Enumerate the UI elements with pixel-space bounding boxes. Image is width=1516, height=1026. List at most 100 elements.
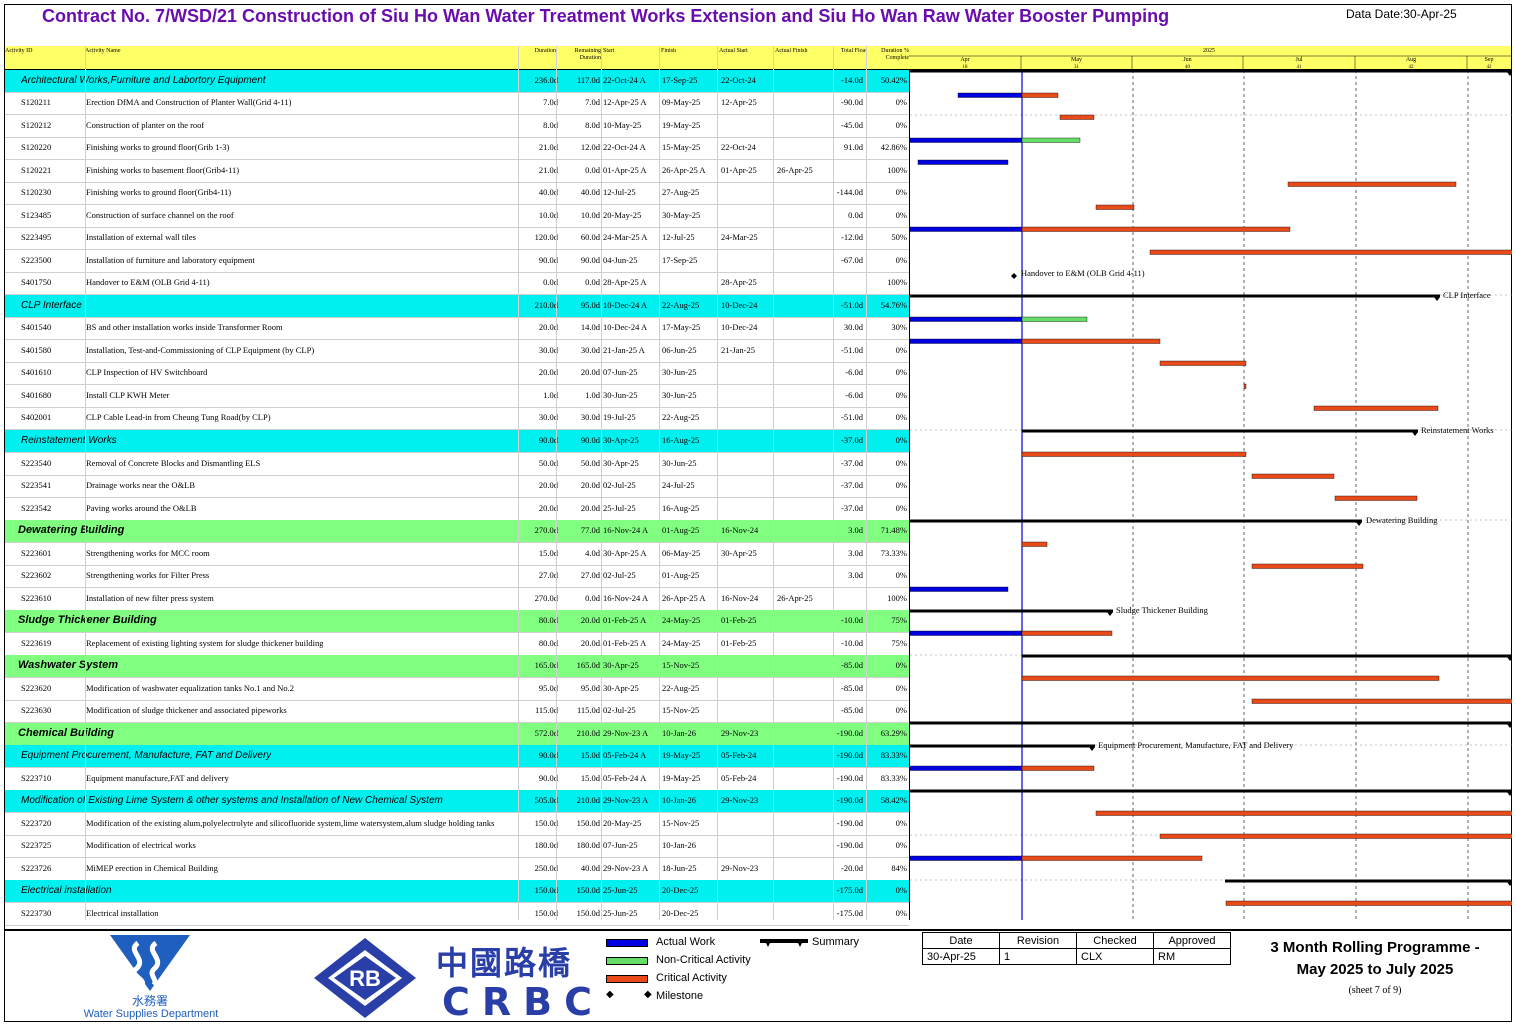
cell-as: 05-Feb-24	[721, 750, 757, 760]
cell-pct: 73.33%	[880, 548, 907, 558]
legend-noncritical-swatch	[606, 957, 648, 965]
cell-pct: 83.33%	[880, 773, 907, 783]
cell-rem: 20.0d	[580, 615, 600, 625]
col-activity-name[interactable]: Activity Name	[85, 48, 485, 55]
cell-as: 29-Nov-23	[721, 863, 759, 873]
col-finish[interactable]: Finish	[661, 48, 711, 55]
cell-rem: 15.0d	[580, 750, 600, 760]
noncritical-bar	[1021, 137, 1081, 143]
cell-name: Construction of surface channel on the r…	[86, 210, 234, 220]
cell-name: Dewatering Building	[18, 524, 125, 536]
cell-pct: 0%	[895, 480, 907, 490]
cell-finish: 19-May-25	[662, 120, 701, 130]
column-header-band: Activity ID Activity Name Duration Remai…	[5, 46, 1511, 70]
cell-finish: 19-May-25	[662, 750, 701, 760]
cell-finish: 22-Aug-25	[662, 300, 700, 310]
cell-tf: -190.0d	[836, 795, 863, 805]
cell-name: Electrical installation	[86, 908, 159, 918]
cell-tf: 30.0d	[843, 322, 863, 332]
cell-dur: 120.0d	[534, 232, 558, 242]
cell-start: 30-Jun-25	[603, 390, 638, 400]
cell-tf: -12.0d	[841, 232, 863, 242]
critical-bar	[1021, 541, 1048, 547]
critical-bar	[1021, 226, 1291, 232]
cell-pct: 0%	[895, 97, 907, 107]
cell-finish: 16-Aug-25	[662, 435, 700, 445]
cell-start: 05-Feb-24 A	[603, 750, 647, 760]
cell-start: 02-Jul-25	[603, 480, 636, 490]
cell-as: 28-Apr-25	[721, 277, 757, 287]
col-actual-finish[interactable]: Actual Finish	[775, 48, 825, 55]
cell-rem: 150.0d	[576, 818, 600, 828]
col-actual-start[interactable]: Actual Start	[719, 48, 769, 55]
summary-bar	[910, 294, 1440, 298]
cell-as: 21-Jan-25	[721, 345, 755, 355]
col-duration[interactable]: Duration	[518, 48, 556, 55]
cell-id: S401540	[21, 322, 52, 332]
cell-name: Drainage works near the O&LB	[86, 480, 196, 490]
summary-bar-end	[1507, 792, 1512, 796]
cell-id: S123485	[21, 210, 52, 220]
cell-dur: 150.0d	[534, 885, 558, 895]
cell-pct: 0%	[895, 412, 907, 422]
summary-bar-end	[1089, 747, 1095, 751]
cell-start: 30-Apr-25	[603, 458, 639, 468]
col-total-float[interactable]: Total Float	[835, 48, 867, 55]
cell-as: 01-Feb-25	[721, 615, 757, 625]
cell-finish: 10-Jan-26	[662, 728, 696, 738]
timeline-header: 2025Apr18May31Jun40Jul41Aug42Sep42	[909, 48, 1511, 70]
sheet-number: (sheet 7 of 9)	[1348, 985, 1402, 996]
cell-tf: -6.0d	[845, 367, 863, 377]
col-divider	[601, 46, 602, 920]
cell-rem: 210.0d	[576, 795, 600, 805]
cell-finish: 24-May-25	[662, 615, 701, 625]
cell-tf: -190.0d	[836, 750, 863, 760]
cell-tf: -37.0d	[841, 480, 863, 490]
cell-id: S402001	[21, 412, 52, 422]
cell-tf: -190.0d	[836, 818, 863, 828]
col-activity-id[interactable]: Activity ID	[5, 48, 85, 55]
cell-rem: 0.0d	[585, 277, 600, 287]
rb-logo-icon: RB	[314, 938, 416, 1018]
data-date: Data Date:30-Apr-25	[1346, 7, 1457, 21]
col-remaining[interactable]: Remaining Duration	[565, 48, 601, 62]
cell-start: 01-Feb-25 A	[603, 638, 647, 648]
summary-bar	[1022, 429, 1418, 433]
timeline-month: Jul	[1295, 57, 1302, 63]
cell-rem: 90.0d	[580, 255, 600, 265]
cell-as: 22-Oct-24	[721, 75, 756, 85]
cell-tf: -51.0d	[841, 412, 863, 422]
milestone-marker	[1011, 273, 1017, 279]
cell-finish: 20-Dec-25	[662, 908, 699, 918]
cell-dur: 505.0d	[534, 795, 558, 805]
cell-id: S223630	[21, 705, 52, 715]
cell-name: Installation of new filter press system	[86, 593, 214, 603]
col-pct-complete[interactable]: Duration % Complete	[867, 48, 909, 62]
crbc-chinese-name: 中國路橋	[436, 944, 573, 982]
col-start[interactable]: Start	[603, 48, 653, 55]
cell-af: 26-Apr-25	[777, 165, 813, 175]
cell-tf: -14.0d	[841, 75, 863, 85]
cell-start: 30-Apr-25	[603, 435, 639, 445]
cell-as: 29-Nov-23	[721, 795, 759, 805]
cell-pct: 0%	[895, 683, 907, 693]
timeline-month: Apr	[960, 57, 969, 63]
legend-summary-label: Summary	[812, 936, 860, 948]
col-divider	[85, 46, 86, 920]
footer-divider	[5, 929, 1511, 931]
cell-id: S223720	[21, 818, 52, 828]
cell-pct: 0%	[895, 705, 907, 715]
critical-bar	[1313, 405, 1439, 411]
cell-name: Erection DfMA and Construction of Plante…	[86, 97, 292, 107]
critical-bar	[1251, 563, 1364, 569]
summary-bar	[910, 70, 1512, 73]
critical-bar	[1287, 181, 1457, 187]
cell-finish: 19-May-25	[662, 773, 701, 783]
cell-start: 25-Jun-25	[603, 908, 638, 918]
cell-pct: 0%	[895, 435, 907, 445]
cell-finish: 10-Jan-26	[662, 840, 696, 850]
cell-start: 30-Apr-25	[603, 683, 639, 693]
cell-tf: -37.0d	[841, 435, 863, 445]
cell-rem: 20.0d	[580, 367, 600, 377]
programme-line-2: May 2025 to July 2025	[1296, 961, 1454, 978]
